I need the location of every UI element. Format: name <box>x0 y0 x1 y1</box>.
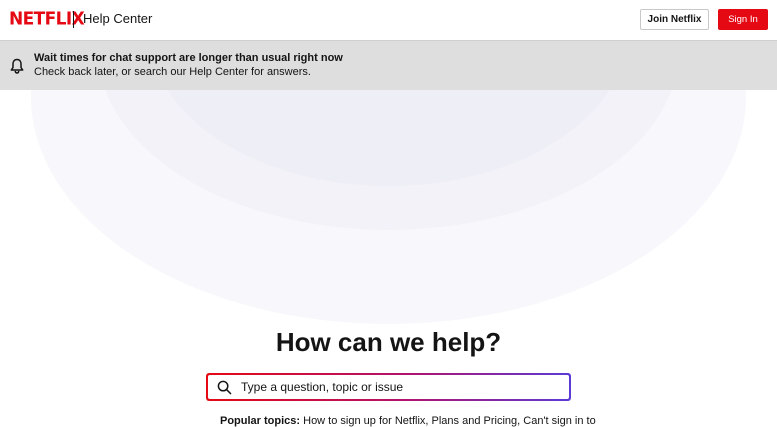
header-divider <box>73 11 74 28</box>
search-box[interactable] <box>206 373 571 401</box>
banner-title: Wait times for chat support are longer t… <box>34 52 343 64</box>
popular-topics-label: Popular topics: <box>220 415 301 427</box>
join-netflix-button[interactable]: Join Netflix <box>640 9 709 30</box>
page-headline: How can we help? <box>275 327 502 357</box>
topic-link-plans-pricing[interactable]: Plans and Pricing <box>432 415 518 427</box>
search-icon <box>217 380 232 394</box>
topic-link-cant-sign-in[interactable]: Can't sign in to <box>523 415 595 427</box>
popular-topics: Popular topics: How to sign up for Netfl… <box>220 415 596 427</box>
search-field-inner[interactable] <box>208 375 569 399</box>
topic-link-sign-up[interactable]: How to sign up for Netflix <box>303 415 425 427</box>
bell-icon <box>10 58 24 74</box>
search-input[interactable] <box>241 377 541 397</box>
help-center-title[interactable]: Help Center <box>83 11 152 26</box>
chat-wait-banner: Wait times for chat support are longer t… <box>0 40 777 90</box>
banner-subtitle: Check back later, or search our Help Cen… <box>34 66 311 78</box>
top-header: NETFLIX Help Center Join Netflix Sign In <box>0 0 777 40</box>
sign-in-button[interactable]: Sign In <box>718 9 768 30</box>
